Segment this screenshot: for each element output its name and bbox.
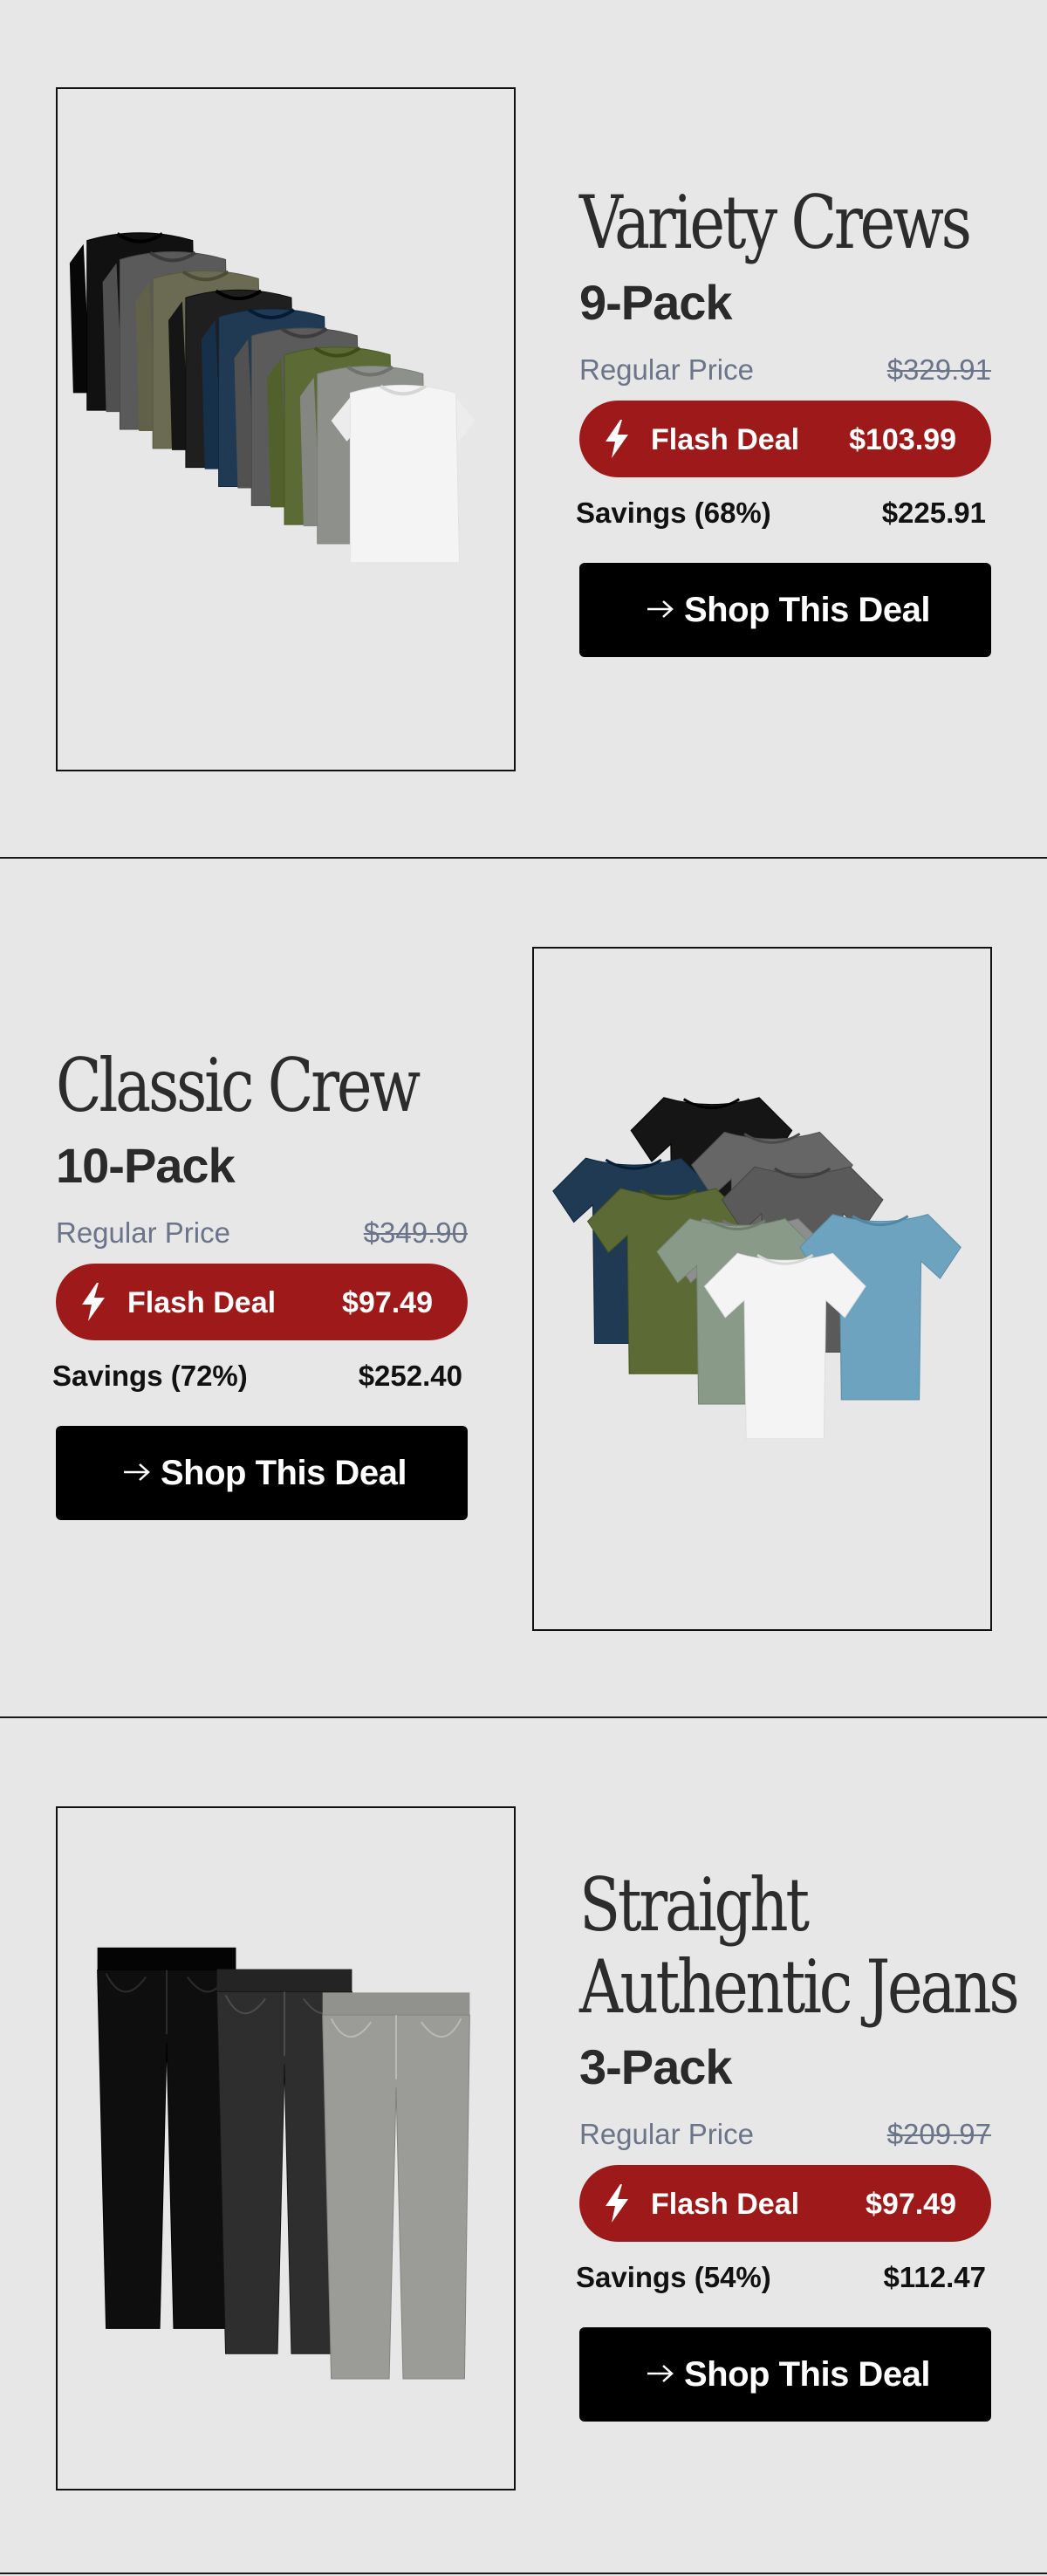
section-divider (0, 2573, 1047, 2574)
flash-deal-badge: Flash Deal $97.49 (56, 1264, 468, 1340)
section-divider (0, 1716, 1047, 1718)
regular-price-value: $349.90 (363, 1216, 468, 1249)
regular-price-label: Regular Price (56, 1216, 230, 1249)
shop-this-deal-button[interactable]: Shop This Deal (56, 1426, 468, 1520)
savings-value: $252.40 (358, 1360, 462, 1392)
flash-deal-label: Flash Deal (651, 423, 800, 456)
savings-label: Savings (54%) (576, 2261, 771, 2293)
jeans-2 (322, 1992, 470, 2380)
savings-value: $112.47 (883, 2261, 986, 2293)
shop-this-deal-button[interactable]: Shop This Deal (579, 2327, 991, 2422)
flash-deal-badge: Flash Deal $97.49 (579, 2165, 991, 2242)
section-divider (0, 857, 1047, 859)
savings-row: Savings (54%) $112.47 (576, 2257, 986, 2298)
regular-price-row: Regular Price $209.97 (579, 2113, 991, 2151)
flash-deal-label: Flash Deal (651, 2188, 800, 2221)
regular-price-label: Regular Price (579, 2118, 754, 2150)
product-image-frame[interactable] (56, 87, 516, 771)
deal-info: Variety Crews 9-Pack Regular Price $329.… (576, 180, 998, 657)
flash-deal-price: $97.49 (342, 1286, 433, 1319)
savings-row: Savings (68%) $225.91 (576, 493, 986, 533)
deal-card-variety-crews: Variety Crews 9-Pack Regular Price $329.… (0, 0, 1047, 860)
pack-size: 3-Pack (579, 2039, 733, 2094)
deal-info: Classic Crew 10-Pack Regular Price $349.… (52, 1043, 475, 1520)
deal-card-classic-crew: Classic Crew 10-Pack Regular Price $349.… (0, 860, 1047, 1719)
arrow-right-icon (647, 600, 674, 618)
product-image-frame[interactable] (56, 1806, 516, 2490)
pack-size: 9-Pack (579, 275, 733, 330)
crew-tee-pile-image (552, 1097, 961, 1440)
shop-this-deal-label: Shop This Deal (684, 591, 930, 629)
lightning-bolt-icon (606, 420, 628, 458)
product-title: Classic Crew (56, 1043, 421, 1128)
flash-deal-price: $103.99 (849, 423, 956, 456)
shop-this-deal-label: Shop This Deal (684, 2355, 930, 2394)
regular-price-row: Regular Price $329.91 (579, 348, 991, 387)
arrow-right-icon (647, 2365, 674, 2382)
lightning-bolt-icon (606, 2184, 628, 2223)
shirt-8 (331, 384, 476, 564)
jeans-trio-image (97, 1947, 470, 2380)
product-title: Straight Authentic Jeans (579, 1862, 1020, 2030)
pack-size: 10-Pack (56, 1138, 236, 1193)
product-image-frame[interactable] (532, 947, 992, 1631)
product-title: Variety Crews (579, 180, 972, 265)
long-sleeve-crew-stack-image (69, 232, 476, 564)
flash-deal-badge: Flash Deal $103.99 (579, 401, 991, 477)
shop-this-deal-label: Shop This Deal (161, 1454, 407, 1492)
jeans-0 (97, 1947, 236, 2329)
savings-label: Savings (68%) (576, 497, 771, 529)
savings-row: Savings (72%) $252.40 (52, 1356, 462, 1396)
regular-price-label: Regular Price (579, 353, 754, 386)
savings-value: $225.91 (881, 497, 986, 529)
regular-price-value: $209.97 (886, 2118, 991, 2150)
deal-info: Straight Authentic Jeans 3-Pack Regular … (576, 1862, 1020, 2422)
flash-deal-label: Flash Deal (127, 1286, 277, 1319)
arrow-right-icon (124, 1463, 150, 1481)
lightning-bolt-icon (82, 1283, 105, 1321)
regular-price-value: $329.91 (886, 353, 991, 386)
flash-deal-price: $97.49 (866, 2188, 956, 2221)
shop-this-deal-button[interactable]: Shop This Deal (579, 563, 991, 657)
savings-label: Savings (72%) (52, 1360, 248, 1392)
regular-price-row: Regular Price $349.90 (56, 1211, 468, 1250)
deal-card-straight-authentic-jeans: Straight Authentic Jeans 3-Pack Regular … (0, 1719, 1047, 2576)
